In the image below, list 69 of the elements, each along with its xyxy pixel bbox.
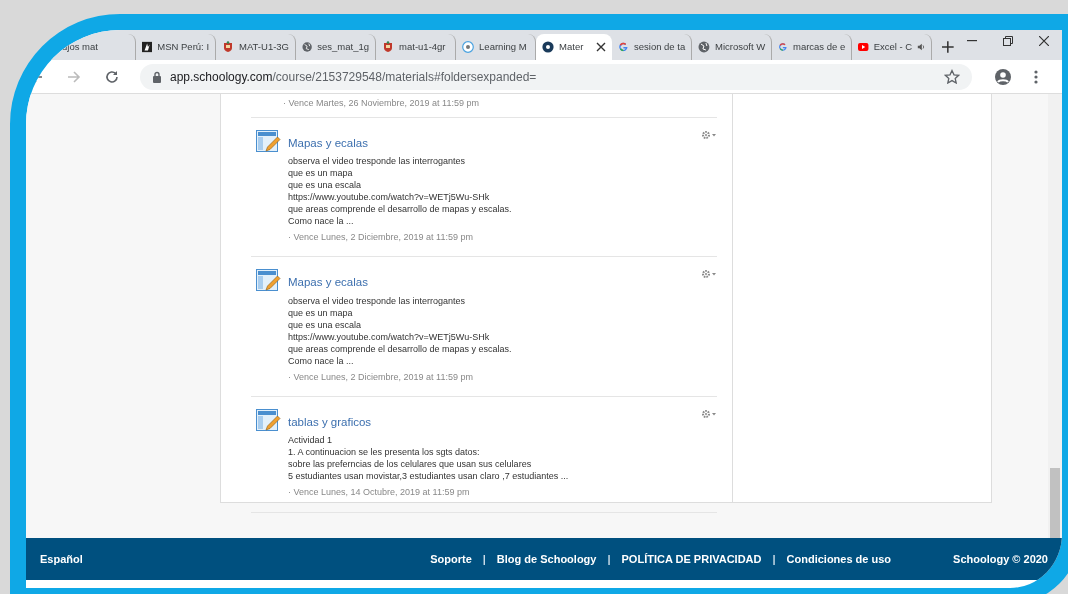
description-line: 5 estudiantes usan movistar,3 estudiantes usan claro ,7 estudiantes ... [288, 470, 569, 483]
assignment-icon[interactable] [256, 129, 281, 154]
description-line: Actividad 1 [288, 434, 334, 447]
gear-dropdown-icon[interactable] [701, 269, 717, 280]
description-line: que es un mapa [288, 306, 354, 319]
g-logo-icon [618, 41, 629, 53]
gear-dropdown-icon[interactable] [701, 409, 717, 419]
browser-tab[interactable]: MSN Perú: I [136, 34, 217, 60]
crest-icon [382, 41, 395, 53]
item-title-link[interactable]: tablas y graficos [288, 414, 372, 432]
reload-icon[interactable] [104, 68, 120, 85]
separator-text: | [607, 551, 611, 567]
due-date-text: · Vence Lunes, 2 Diciembre, 2019 at 11:59 pm [288, 370, 474, 384]
description-line: 1. A continuacion se les presenta los sgts datos: [288, 446, 481, 459]
due-date-text: · Vence Martes, 26 Noviembre, 2019 at 11:59 pm [282, 97, 480, 110]
description-line: Como nace la ... [288, 354, 355, 367]
close-icon[interactable] [596, 42, 607, 52]
menu-icon[interactable] [1034, 69, 1038, 84]
description-line: observa el video tresponde las interrogantes [288, 154, 467, 167]
browser-tab[interactable]: mat-u1-4gr [376, 34, 457, 60]
browser-tab[interactable]: Microsoft W [692, 34, 773, 60]
item-title-link[interactable]: Mapas y ecalas [288, 134, 368, 152]
globe-icon [698, 41, 711, 53]
separator-text: | [772, 551, 776, 567]
browser-tab[interactable]: marcas de e [772, 34, 853, 60]
footer-link[interactable]: Soporte [430, 550, 472, 568]
description-line: que es una escala [288, 178, 363, 191]
due-date-text: · Vence Lunes, 14 Octubre, 2019 at 11:59 pm [288, 486, 471, 500]
url-text: app.schoology.com/course/2153729548/materials#foldersexpanded= [170, 68, 537, 86]
description-line: que es una escala [288, 318, 363, 331]
browser-tab[interactable]: sesion de ta [612, 34, 693, 60]
butterfly-logo-icon [142, 41, 153, 53]
crest-icon [222, 41, 235, 53]
account-icon[interactable] [994, 67, 1012, 86]
scrollbar[interactable] [1048, 94, 1062, 538]
description-line: sobre las preferncias de los celulares que usan sus celulares [288, 458, 533, 471]
assignment-icon[interactable] [256, 269, 281, 294]
description-line: https://www.youtube.com/watch?v=WETj5Wu-SHk [288, 330, 491, 343]
circle-logo-icon [542, 41, 555, 53]
speaker-icon[interactable] [917, 42, 926, 52]
g-logo-icon [778, 41, 788, 53]
description-line: que areas comprende el desarrollo de mapas y escalas. [288, 342, 512, 355]
address-bar[interactable]: app.schoology.com/course/2153729548/materials#foldersexpanded= [140, 63, 972, 90]
description-line: https://www.youtube.com/watch?v=WETj5Wu-SHk [288, 190, 491, 203]
new-tab-icon[interactable] [942, 41, 954, 53]
forward-arrow-icon[interactable] [66, 68, 82, 85]
browser-tab[interactable]: ses_mat_1g [296, 34, 377, 60]
footer-link[interactable]: Blog de Schoology [496, 550, 597, 568]
gear-dropdown-icon[interactable] [701, 129, 717, 140]
browser-tab[interactable]: Mater [536, 34, 613, 60]
footer-link[interactable]: Condiciones de uso [786, 550, 892, 568]
description-line: observa el video tresponde las interrogantes [288, 294, 467, 307]
description-line: Como nace la ... [288, 214, 355, 227]
browser-tab[interactable]: Excel - C [852, 34, 933, 60]
assignment-icon[interactable] [256, 409, 281, 433]
description-line: que areas comprende el desarrollo de mapas y escalas. [288, 202, 512, 215]
language-link[interactable]: Español [40, 550, 83, 568]
play-logo-icon [858, 42, 869, 52]
due-date-text: · Vence Lunes, 2 Diciembre, 2019 at 11:59 pm [288, 230, 474, 244]
separator-text: | [482, 551, 486, 567]
browser-tab[interactable]: MAT-U1-3G [216, 34, 297, 60]
star-icon[interactable] [944, 68, 960, 85]
circle-logo-icon [462, 41, 475, 53]
copyright-text: Schoology © 2020 [953, 551, 1048, 567]
footer-link[interactable]: POLÍTICA DE PRIVACIDAD [621, 550, 762, 568]
item-title-link[interactable]: Mapas y ecalas [288, 274, 368, 292]
lock-icon [152, 70, 162, 83]
globe-icon [302, 41, 313, 53]
description-line: que es un mapa [288, 166, 354, 179]
